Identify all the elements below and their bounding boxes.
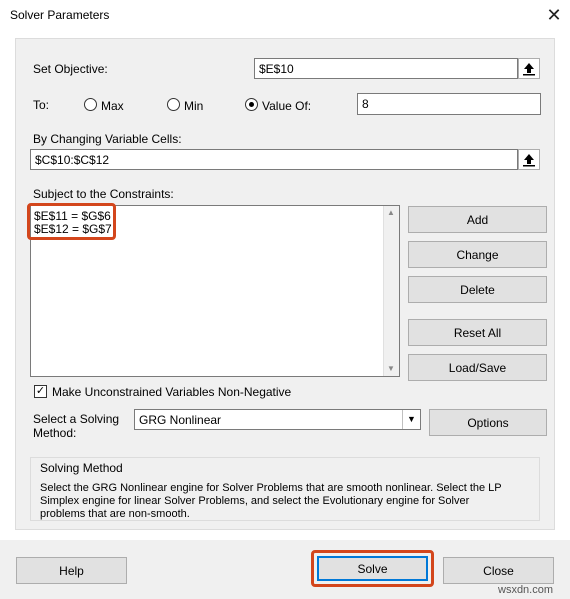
- to-label: To:: [33, 98, 50, 112]
- chevron-down-icon[interactable]: ▼: [402, 410, 420, 429]
- delete-button[interactable]: Delete: [408, 276, 547, 303]
- objective-ref-button[interactable]: [518, 58, 540, 79]
- radio-min[interactable]: [167, 98, 180, 111]
- add-button[interactable]: Add: [408, 206, 547, 233]
- help-button[interactable]: Help: [16, 557, 127, 584]
- close-icon[interactable]: ✕: [540, 2, 568, 28]
- watermark: wsxdn.com: [498, 584, 554, 596]
- changing-cells-ref-button[interactable]: [518, 149, 540, 170]
- reset-all-button[interactable]: Reset All: [408, 319, 547, 346]
- close-button[interactable]: Close: [443, 557, 554, 584]
- constraints-label: Subject to the Constraints:: [33, 187, 174, 201]
- solving-method-text-line2: Simplex engine for linear Solver Problem…: [40, 495, 470, 507]
- load-save-button[interactable]: Load/Save: [408, 354, 547, 381]
- radio-value-of-label: Value Of:: [262, 99, 312, 113]
- change-button[interactable]: Change: [408, 241, 547, 268]
- collapse-dialog-icon: [523, 63, 535, 76]
- radio-min-label: Min: [184, 99, 204, 113]
- changing-cells-label: By Changing Variable Cells:: [33, 132, 182, 146]
- method-select-value: GRG Nonlinear: [139, 413, 222, 427]
- changing-cells-input[interactable]: $C$10:$C$12: [30, 149, 518, 170]
- constraints-scrollbar[interactable]: [383, 206, 399, 376]
- options-button[interactable]: Options: [429, 409, 547, 436]
- method-label-line1: Select a Solving: [33, 412, 120, 426]
- radio-value-of[interactable]: [245, 98, 258, 111]
- solving-method-text-line3: problems that are non-smooth.: [40, 508, 190, 520]
- solving-method-title: Solving Method: [40, 461, 123, 475]
- value-of-input[interactable]: 8: [357, 93, 541, 115]
- window-title: Solver Parameters: [10, 8, 110, 22]
- radio-max-label: Max: [101, 99, 124, 113]
- nonneg-label: Make Unconstrained Variables Non-Negativ…: [52, 385, 292, 399]
- radio-max[interactable]: [84, 98, 97, 111]
- method-label-line2: Method:: [33, 426, 77, 440]
- collapse-dialog-icon: [523, 154, 535, 167]
- nonneg-checkbox[interactable]: ✓: [34, 385, 47, 398]
- solving-method-text-line1: Select the GRG Nonlinear engine for Solv…: [40, 482, 502, 494]
- constraints-highlight: [27, 203, 116, 240]
- method-select[interactable]: GRG Nonlinear ▼: [134, 409, 421, 430]
- objective-label: Set Objective:: [33, 62, 108, 76]
- solve-button[interactable]: Solve: [317, 556, 428, 581]
- objective-input[interactable]: $E$10: [254, 58, 518, 79]
- scroll-up-icon[interactable]: ▲: [383, 208, 399, 217]
- scroll-down-icon[interactable]: ▼: [383, 364, 399, 373]
